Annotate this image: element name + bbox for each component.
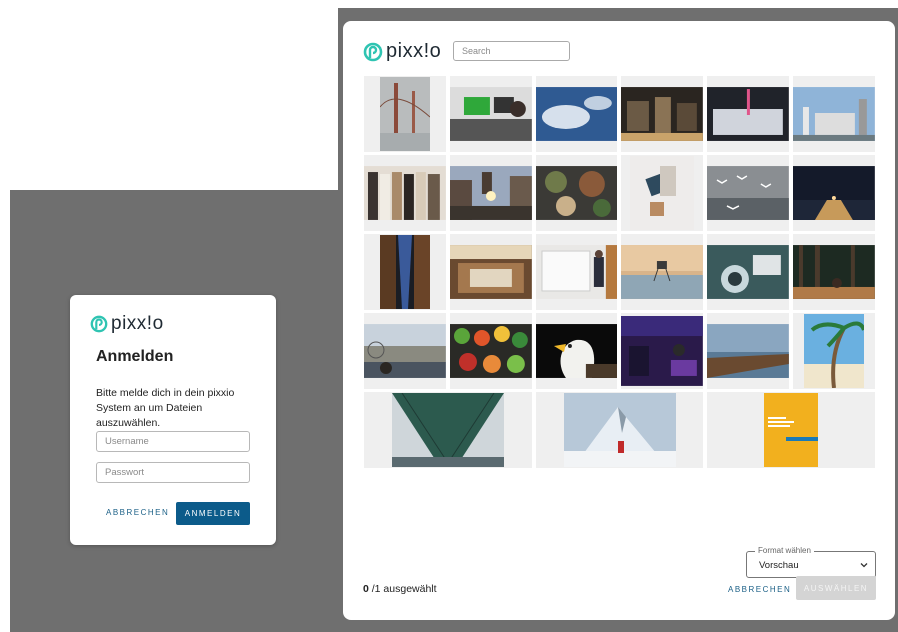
thumbnail-tile[interactable] — [449, 313, 532, 389]
thumbnail-tile[interactable] — [621, 155, 704, 231]
screen: pixx!o Anmelden Bitte melde dich in dein… — [0, 0, 898, 632]
pixxio-logo-icon — [363, 42, 383, 61]
clothes-rack-photo — [364, 166, 446, 220]
office-desk-photo — [449, 87, 532, 141]
eagle-photo — [535, 324, 618, 378]
clouds-aerial-photo — [535, 87, 618, 141]
thumbnail-tile[interactable] — [364, 234, 446, 310]
thumbnail-tile[interactable] — [364, 155, 446, 231]
selection-count: 0 /1 ausgewählt — [363, 583, 437, 595]
jetty-sunset-photo — [707, 324, 790, 378]
bridge-underside-photo — [391, 393, 504, 467]
industrial-plant-photo — [793, 87, 875, 141]
thumbnail-tile[interactable] — [449, 234, 532, 310]
search-input[interactable] — [453, 41, 570, 61]
format-value: Vorschau — [759, 560, 799, 571]
pier-night-photo — [793, 166, 875, 220]
thumbnail-tile[interactable] — [535, 76, 618, 152]
format-select[interactable]: Format wählen Vorschau — [746, 546, 876, 578]
thumbnail-tile[interactable] — [449, 76, 532, 152]
camera-lens-photo — [707, 245, 790, 299]
alley-photo — [379, 235, 430, 309]
thumbnail-tile[interactable] — [535, 313, 618, 389]
login-title: Anmelden — [96, 348, 174, 365]
select-button[interactable]: AUSWÄHLEN — [796, 576, 876, 600]
forest-person-photo — [793, 245, 875, 299]
login-brand-text: pixx!o — [111, 313, 164, 334]
login-logo: pixx!o — [90, 313, 164, 335]
grid-row — [364, 234, 875, 310]
thumbnail-tile[interactable] — [793, 76, 875, 152]
thumbnail-tile[interactable] — [707, 313, 790, 389]
grid-row — [364, 155, 875, 231]
factory-interior-photo — [621, 87, 704, 141]
thumbnail-tile[interactable] — [364, 76, 446, 152]
picker-logo: pixx!o — [363, 40, 441, 63]
yellow-brochure-cover — [764, 393, 819, 467]
login-submit-button[interactable]: ANMELDEN — [176, 502, 250, 525]
grid-row — [364, 313, 875, 389]
thumbnail-tile[interactable] — [707, 155, 790, 231]
vegetables-photo — [449, 324, 532, 378]
city-street-photo — [449, 166, 532, 220]
thumbnail-tile[interactable] — [449, 155, 532, 231]
bridge-fog-photo — [379, 77, 430, 151]
food-bowls-photo — [535, 166, 618, 220]
seagulls-photo — [707, 166, 790, 220]
picker-cancel-button[interactable]: ABBRECHEN — [728, 585, 791, 594]
mountain-hiker-photo — [563, 393, 676, 467]
file-picker-dialog: pixx!o Search Format wählen Vorschau 0 /… — [343, 21, 895, 620]
thumbnail-tile[interactable] — [707, 392, 876, 468]
format-label: Format wählen — [755, 546, 814, 555]
thumbnail-tile[interactable] — [621, 313, 704, 389]
thumbnail-tile[interactable] — [793, 313, 875, 389]
username-field[interactable] — [96, 431, 250, 452]
thumbnail-tile[interactable] — [707, 234, 790, 310]
harbor-city-photo — [364, 324, 446, 378]
dj-stage-photo — [621, 316, 704, 386]
grid-row — [364, 392, 876, 468]
grid-row — [364, 76, 875, 152]
login-description: Bitte melde dich in dein pixxio System a… — [96, 387, 235, 429]
chevron-down-icon — [860, 563, 868, 568]
password-field[interactable] — [96, 462, 250, 483]
picker-brand-text: pixx!o — [386, 40, 442, 62]
thumbnail-tile[interactable] — [364, 392, 532, 468]
thumbnail-tile[interactable] — [364, 313, 446, 389]
thumbnail-tile[interactable] — [793, 234, 875, 310]
conference-hall-photo — [449, 245, 532, 299]
palm-beach-photo — [804, 314, 865, 388]
flatlay-clothes-photo — [630, 156, 695, 230]
selected-suffix: /1 ausgewählt — [368, 583, 437, 595]
thumbnail-tile[interactable] — [793, 155, 875, 231]
login-cancel-button[interactable]: ABBRECHEN — [106, 508, 169, 517]
thumbnail-tile[interactable] — [535, 155, 618, 231]
thumbnail-tile[interactable] — [707, 76, 790, 152]
pixxio-logo-icon — [90, 315, 108, 333]
thumbnail-grid — [364, 76, 876, 471]
lifeguard-tower-photo — [621, 245, 704, 299]
thumbnail-tile[interactable] — [621, 234, 704, 310]
login-dialog: pixx!o Anmelden Bitte melde dich in dein… — [70, 295, 276, 545]
thumbnail-tile[interactable] — [535, 234, 618, 310]
whiteboard-person-photo — [535, 245, 618, 299]
thumbnail-tile[interactable] — [621, 76, 704, 152]
lab-pipette-photo — [707, 87, 790, 141]
thumbnail-tile[interactable] — [535, 392, 704, 468]
